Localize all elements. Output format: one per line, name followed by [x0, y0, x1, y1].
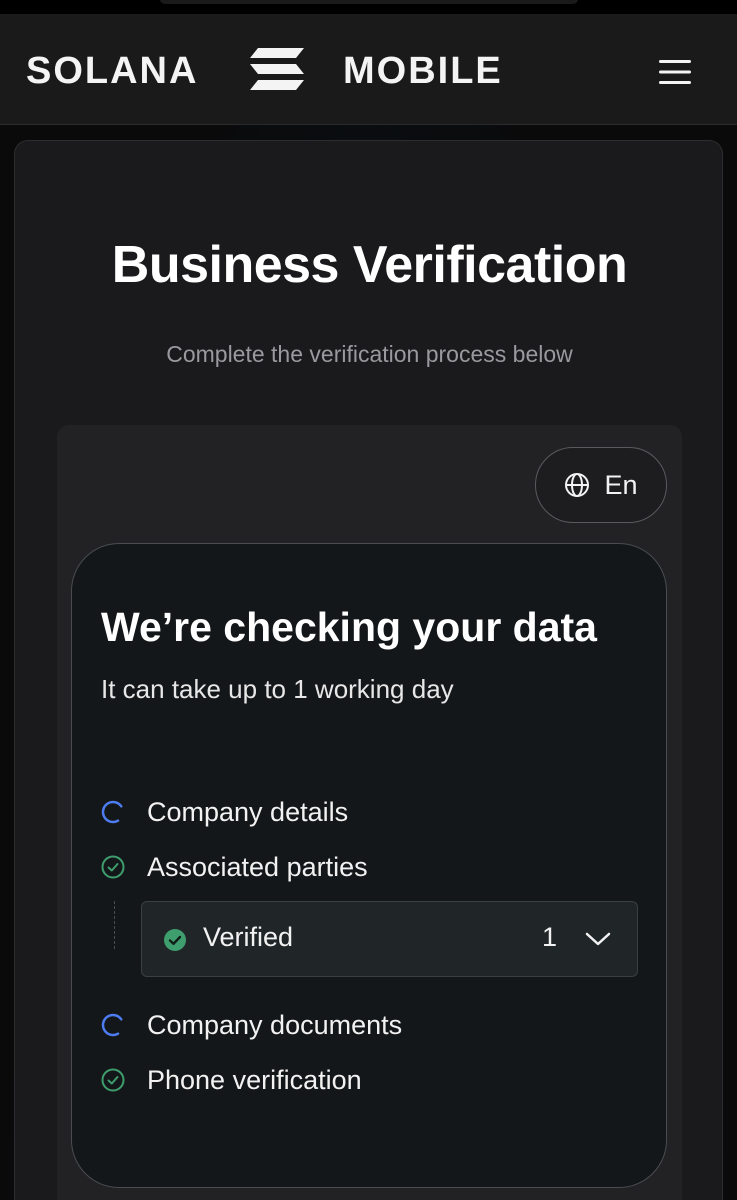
verified-count: 1 [542, 922, 558, 952]
menu-button[interactable] [652, 54, 698, 90]
step-label: Company details [147, 796, 349, 827]
verified-parties-dropdown[interactable]: Verified 1 [141, 901, 638, 977]
verification-card: Business Verification Complete the verif… [14, 140, 723, 1200]
page: SOLANA MOBILE Business Verification Comp… [0, 0, 737, 1200]
brand-text-solana[interactable]: SOLANA [26, 50, 198, 93]
status-card: We’re checking your data It can take up … [71, 543, 667, 1188]
spinner-icon [101, 1013, 125, 1037]
step-associated-parties: Associated parties [100, 849, 368, 885]
step-connector-line [114, 901, 115, 949]
step-company-documents: Company documents [100, 1007, 402, 1043]
step-phone-verification: Phone verification [100, 1062, 362, 1098]
solana-logo-icon[interactable] [250, 48, 304, 90]
step-label: Company documents [147, 1009, 403, 1040]
spinner-icon [101, 800, 125, 824]
check-circle-icon [101, 1068, 125, 1092]
top-navbar: SOLANA MOBILE [0, 14, 737, 125]
page-subtitle: Complete the verification process below [166, 341, 573, 367]
language-selector-button[interactable]: En [535, 447, 667, 523]
brand-text-mobile[interactable]: MOBILE [343, 50, 503, 93]
step-label: Phone verification [147, 1064, 362, 1095]
chevron-down-icon [585, 932, 611, 946]
verification-panel: En We’re checking your data It can take … [57, 425, 682, 1200]
hamburger-menu-icon [659, 60, 691, 84]
globe-icon [565, 473, 590, 497]
step-company-details: Company details [100, 794, 348, 830]
status-subtitle: It can take up to 1 working day [101, 674, 454, 704]
status-bar-pill [160, 0, 578, 4]
step-label: Associated parties [147, 851, 368, 882]
status-title: We’re checking your data [101, 604, 597, 650]
verified-label: Verified [203, 922, 294, 952]
check-circle-icon [101, 855, 125, 879]
check-filled-icon [164, 929, 186, 951]
page-title: Business Verification [111, 236, 628, 294]
system-status-bar [0, 0, 737, 14]
language-label: En [604, 469, 638, 500]
